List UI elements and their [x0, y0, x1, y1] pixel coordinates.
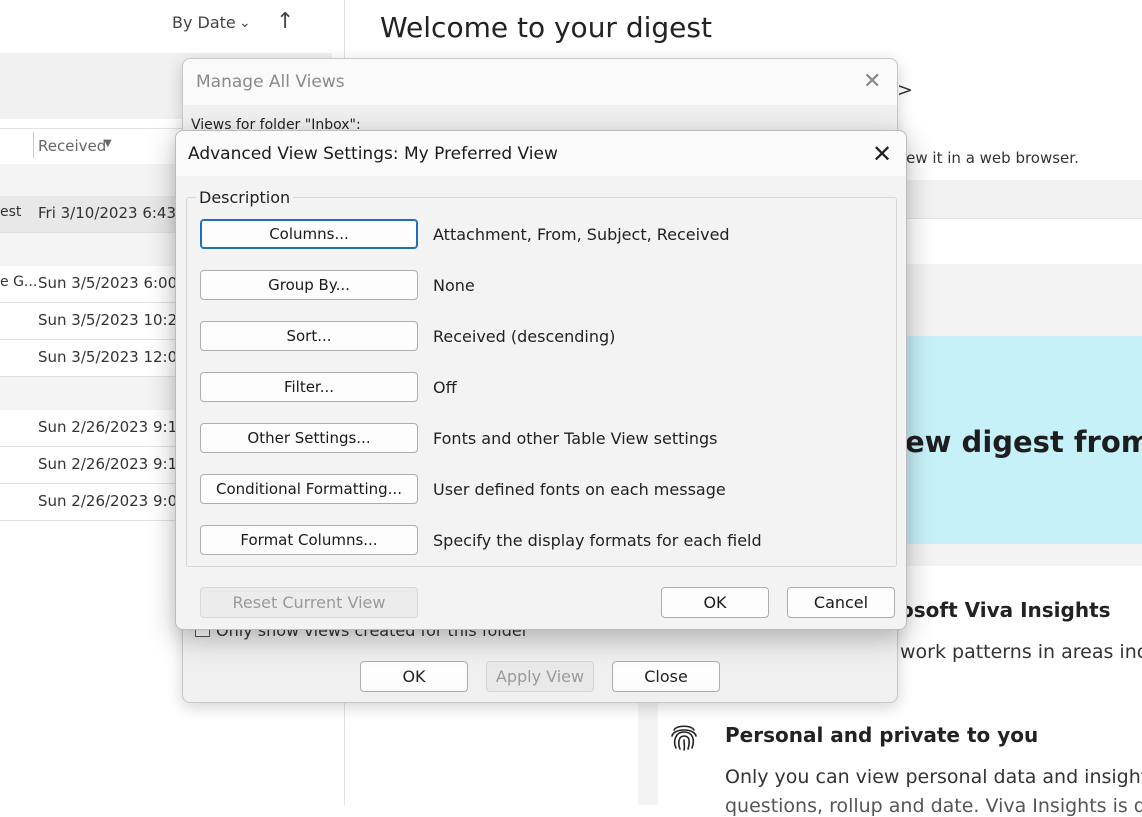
format-columns-value: Specify the display formats for each fie…: [433, 531, 762, 550]
message-subject: e G...: [0, 274, 38, 290]
format-columns-button[interactable]: Format Columns...: [200, 525, 418, 555]
dialog-titlebar[interactable]: Advanced View Settings: My Preferred Vie…: [176, 131, 906, 176]
description-group-label: Description: [196, 188, 294, 207]
cancel-button[interactable]: Cancel: [787, 587, 895, 618]
view-in-browser-text: iew it in a web browser.: [902, 149, 1079, 167]
privacy-body-continued: questions, rollup and date. Viva Insight…: [725, 795, 1142, 817]
viva-insights-body: work patterns in areas inclu: [900, 641, 1142, 663]
message-date: Sun 3/5/2023 10:27: [38, 311, 187, 329]
manage-views-ok-button[interactable]: OK: [360, 661, 468, 692]
sort-button[interactable]: Sort...: [200, 321, 418, 351]
other-settings-button[interactable]: Other Settings...: [200, 423, 418, 453]
column-separator[interactable]: [33, 132, 34, 158]
advanced-view-settings-dialog: Advanced View Settings: My Preferred Vie…: [175, 130, 907, 630]
sort-caret-icon: ▼: [104, 138, 112, 149]
dialog-title: Advanced View Settings: My Preferred Vie…: [188, 144, 558, 164]
filter-value: Off: [433, 378, 457, 397]
digest-hero-heading: ew digest from: [905, 425, 1142, 459]
privacy-body: Only you can view personal data and insi…: [725, 766, 1142, 788]
close-icon[interactable]: ✕: [863, 69, 881, 94]
filter-button[interactable]: Filter...: [200, 372, 418, 402]
viva-insights-heading: osoft Viva Insights: [900, 598, 1111, 622]
close-icon[interactable]: ✕: [872, 140, 892, 168]
dialog-title: Manage All Views: [196, 72, 345, 92]
sort-value: Received (descending): [433, 327, 616, 346]
message-date: Sun 2/26/2023 9:01: [38, 492, 187, 510]
columns-button[interactable]: Columns...: [200, 219, 418, 249]
message-subject: est: [0, 204, 22, 220]
sort-by-date-button[interactable]: By Date: [172, 13, 236, 32]
dialog-titlebar[interactable]: Manage All Views ✕: [183, 59, 897, 105]
message-date: Sun 3/5/2023 12:02: [38, 348, 187, 366]
fingerprint-icon: [671, 725, 697, 751]
group-by-value: None: [433, 276, 475, 295]
message-date: Fri 3/10/2023 6:43: [38, 204, 177, 222]
privacy-heading: Personal and private to you: [725, 723, 1039, 747]
columns-value: Attachment, From, Subject, Received: [433, 225, 730, 244]
reset-current-view-button[interactable]: Reset Current View: [200, 587, 418, 618]
apply-view-button[interactable]: Apply View: [486, 661, 594, 692]
received-column-header[interactable]: Received: [38, 137, 106, 155]
chevron-down-icon[interactable]: ⌄: [239, 15, 251, 31]
group-by-button[interactable]: Group By...: [200, 270, 418, 300]
sort-direction-arrow-icon[interactable]: ↑: [276, 9, 294, 34]
manage-views-close-button[interactable]: Close: [612, 661, 720, 692]
reading-pane-title: Welcome to your digest: [380, 11, 712, 44]
ok-button[interactable]: OK: [661, 587, 769, 618]
other-settings-value: Fonts and other Table View settings: [433, 429, 718, 448]
message-date: Sun 3/5/2023 6:00: [38, 274, 178, 292]
message-date: Sun 2/26/2023 9:12: [38, 455, 187, 473]
conditional-formatting-value: User defined fonts on each message: [433, 480, 726, 499]
conditional-formatting-button[interactable]: Conditional Formatting...: [200, 474, 418, 504]
message-date: Sun 2/26/2023 9:17: [38, 418, 187, 436]
